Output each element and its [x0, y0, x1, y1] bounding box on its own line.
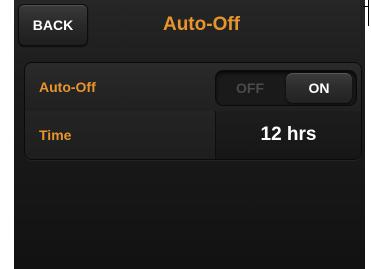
back-button[interactable]: BACK	[18, 4, 88, 46]
auto-off-label: Auto-Off	[39, 79, 96, 95]
settings-group: Auto-Off OFF ON Time 12 hrs	[24, 62, 362, 160]
time-row[interactable]: Time 12 hrs	[25, 111, 361, 159]
auto-off-toggle[interactable]: OFF ON	[215, 70, 357, 106]
header-bar: BACK Auto-Off	[14, 0, 365, 52]
auto-off-row: Auto-Off OFF ON	[25, 63, 361, 112]
toggle-on-option[interactable]: ON	[286, 73, 352, 103]
time-value[interactable]: 12 hrs	[216, 111, 361, 159]
time-label: Time	[39, 127, 72, 143]
auto-off-screen: BACK Auto-Off Auto-Off OFF ON Time 12 hr…	[14, 0, 365, 269]
page-edge-marker	[363, 0, 371, 269]
page-title: Auto-Off	[162, 14, 241, 35]
toggle-off-option[interactable]: OFF	[216, 71, 284, 105]
